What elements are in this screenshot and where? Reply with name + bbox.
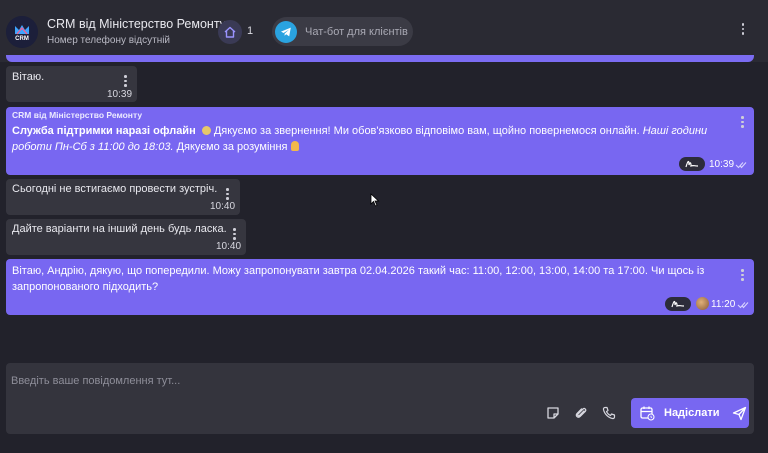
- message-bold-text: Служба підтримки наразі офлайн: [12, 125, 196, 137]
- send-icon: [733, 406, 747, 420]
- signature-badge-icon: [679, 157, 705, 171]
- contact-phone-status: Номер телефону відсутній: [47, 35, 171, 46]
- mouse-cursor-icon: [370, 193, 380, 207]
- message-time: 11:20: [711, 299, 736, 310]
- message-menu-icon[interactable]: [741, 116, 744, 128]
- message-text: Вітаю, Андрію, дякую, що попередили. Мож…: [12, 265, 705, 293]
- message-menu-icon[interactable]: [233, 228, 236, 240]
- message-composer[interactable]: Введіть ваше повідомлення тут... Надісла…: [6, 363, 754, 434]
- send-button[interactable]: Надіслати: [631, 398, 749, 428]
- message-outgoing: CRM від Міністерство Ремонту Служба підт…: [6, 107, 754, 175]
- message-incoming: Вітаю. 10:39: [6, 66, 137, 102]
- clock-emoji-icon: [201, 126, 211, 135]
- message-text: Сьогодні не встигаємо провести зустріч.: [12, 183, 218, 195]
- home-count: 1: [247, 25, 254, 37]
- note-icon[interactable]: [544, 404, 562, 422]
- message-time: 10:40: [210, 201, 236, 212]
- message-menu-icon[interactable]: [741, 269, 744, 281]
- send-label: Надіслати: [664, 407, 720, 419]
- home-button[interactable]: [218, 20, 242, 44]
- avatar-text: CRM: [15, 36, 29, 42]
- chat-header: CRM CRM від Міністерство Ремонту Номер т…: [0, 0, 768, 62]
- signature-badge-icon: [665, 297, 691, 311]
- message-time: 10:39: [709, 159, 735, 170]
- message-text-part: Дякуємо за розуміння: [173, 141, 291, 153]
- message-text: Дайте варіанти на інший день будь ласка.: [12, 223, 227, 235]
- telegram-label: Чат-бот для клієнтів: [305, 25, 408, 38]
- message-text: Служба підтримки наразі офлайн Дякуємо з…: [12, 123, 727, 155]
- message-sender: CRM від Міністерство Ремонту: [12, 110, 143, 120]
- telegram-channel-pill[interactable]: Чат-бот для клієнтів: [272, 17, 413, 46]
- message-incoming: Дайте варіанти на інший день будь ласка.…: [6, 219, 246, 255]
- message-text: Вітаю.: [12, 71, 45, 83]
- schedule-calendar-icon[interactable]: [639, 405, 655, 421]
- read-checkmarks-icon: [737, 302, 749, 309]
- header-menu-icon[interactable]: [738, 23, 748, 39]
- message-input[interactable]: Введіть ваше повідомлення тут...: [11, 375, 180, 387]
- message-time: 10:39: [107, 89, 133, 100]
- attach-icon[interactable]: [572, 404, 590, 422]
- previous-message-edge: [6, 55, 754, 62]
- message-menu-icon[interactable]: [124, 75, 127, 87]
- contact-name: CRM від Міністерство Ремонту: [47, 17, 226, 31]
- message-incoming: Сьогодні не встигаємо провести зустріч. …: [6, 179, 240, 215]
- message-text-part: Дякуємо за звернення! Ми обов'язково від…: [213, 125, 643, 137]
- message-outgoing: Вітаю, Андрію, дякую, що попередили. Мож…: [6, 259, 754, 315]
- telegram-icon: [275, 20, 297, 43]
- message-time: 10:40: [216, 241, 242, 252]
- phone-icon[interactable]: [600, 404, 618, 422]
- agent-avatar: [696, 297, 709, 310]
- contact-avatar[interactable]: CRM: [6, 16, 38, 48]
- home-icon: [224, 26, 236, 38]
- pray-emoji-icon: [290, 141, 299, 151]
- read-checkmarks-icon: [735, 162, 747, 169]
- message-menu-icon[interactable]: [226, 188, 229, 200]
